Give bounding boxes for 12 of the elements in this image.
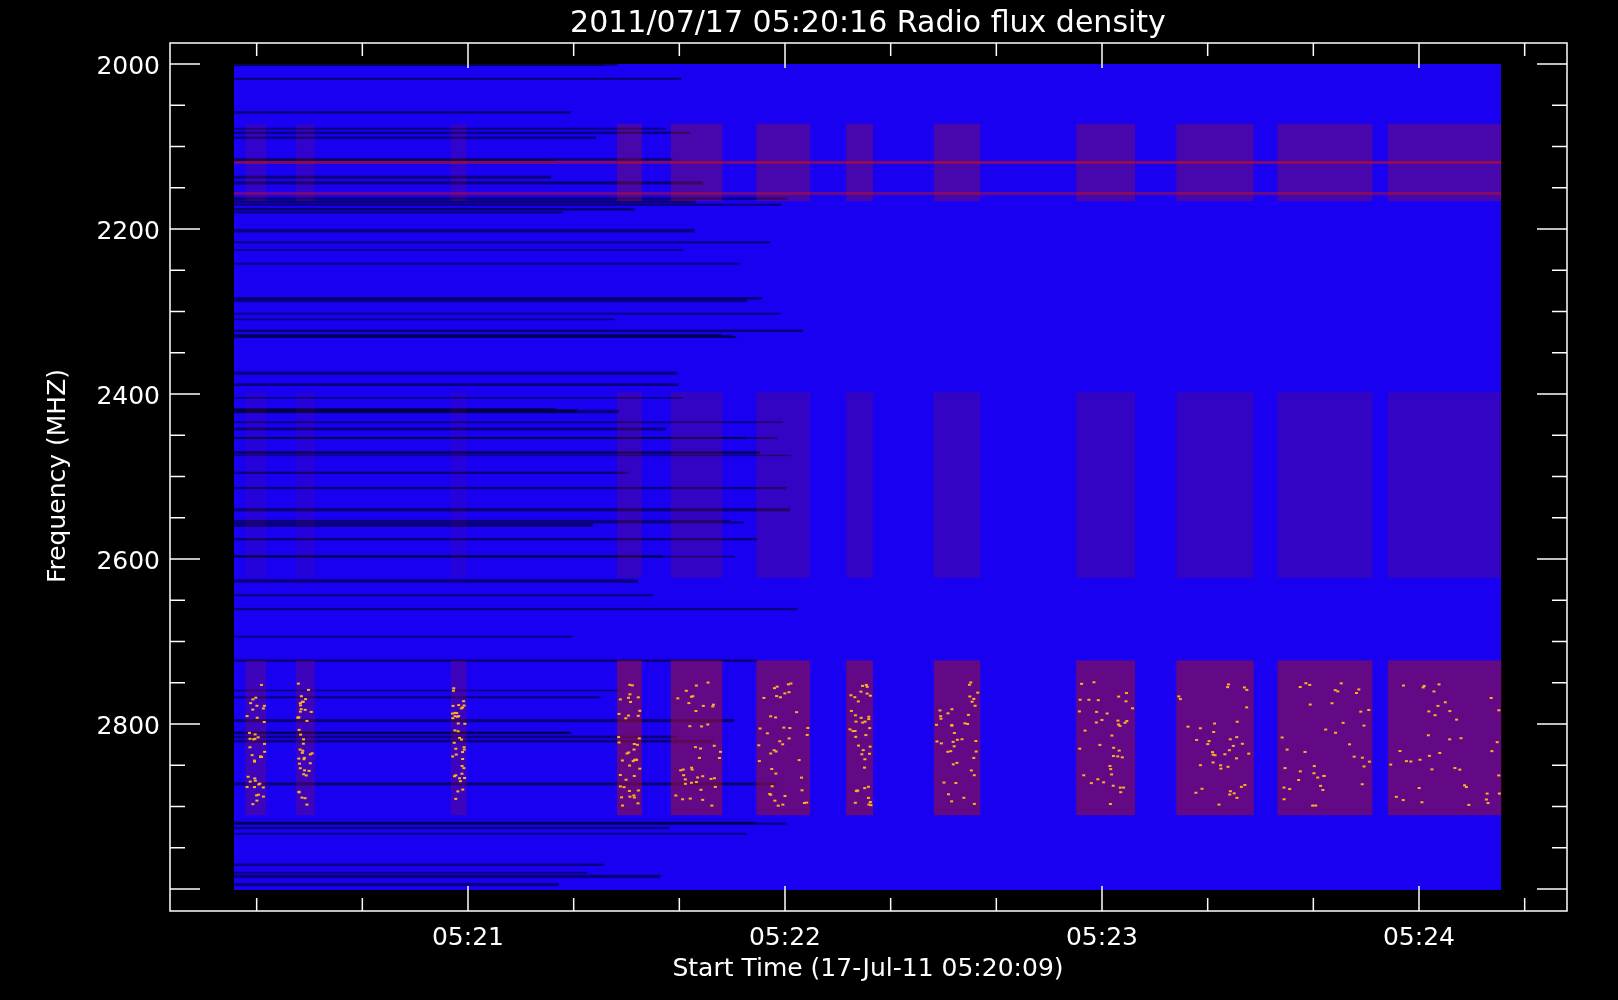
y-tick-label: 2600: [96, 546, 160, 575]
y-axis-label: Frequency (MHZ): [42, 368, 71, 584]
y-tick-label: 2400: [96, 381, 160, 410]
y-tick-label: 2000: [96, 51, 160, 80]
x-tick-label: 05:22: [749, 922, 821, 951]
x-tick-label: 05:24: [1383, 922, 1455, 951]
x-axis-label: Start Time (17-Jul-11 05:20:09): [672, 953, 1064, 982]
y-tick-label: 2800: [96, 711, 160, 740]
x-tick-label: 05:21: [432, 922, 504, 951]
chart-title: 2011/07/17 05:20:16 Radio flux density: [570, 4, 1166, 39]
x-tick-label: 05:23: [1066, 922, 1138, 951]
y-tick-label: 2200: [96, 216, 160, 245]
